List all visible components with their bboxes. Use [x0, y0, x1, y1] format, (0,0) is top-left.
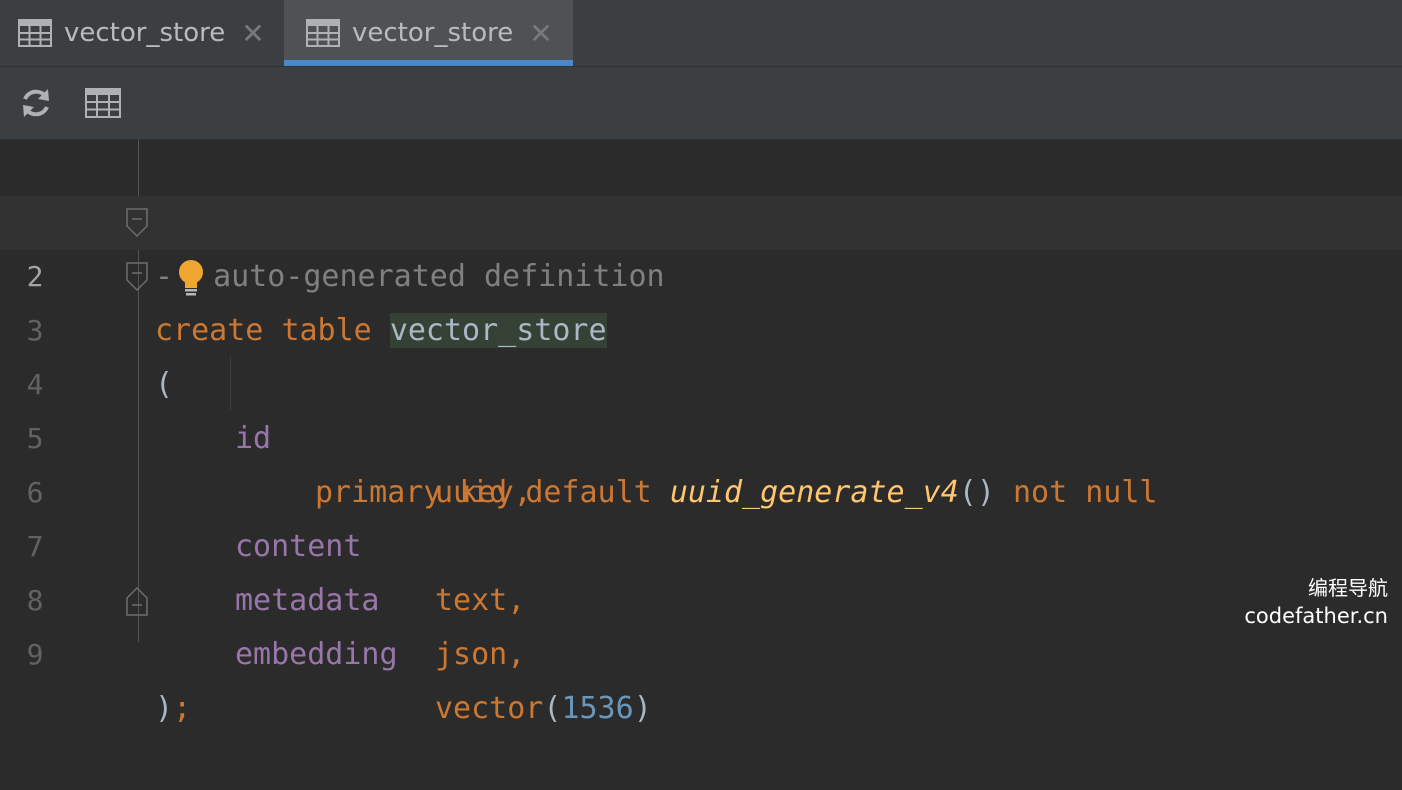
close-paren: ) — [633, 691, 652, 726]
code-line-9: 9 ); — [0, 574, 1402, 726]
code-line-5: 5 primary key, — [0, 358, 1402, 510]
close-icon[interactable]: ✕ — [529, 17, 552, 50]
watermark-title: 编程导航 — [1308, 576, 1388, 600]
code-line-1: 1 -auto-generated definition — [0, 142, 1402, 295]
code-line-7: 7 metadata json, — [0, 466, 1402, 672]
table-icon — [18, 19, 52, 47]
tab-vector-store-1[interactable]: vector_store ✕ — [0, 0, 284, 66]
code-editor[interactable]: 1 -auto-generated definition 2 create ta… — [0, 140, 1402, 726]
tab-label: vector_store — [64, 18, 226, 48]
line-number: 9 — [26, 638, 44, 671]
code-line-4: 4 id uuid default uuid_generate_v4() not… — [0, 304, 1402, 510]
watermark-url: codefather.cn — [1244, 604, 1388, 628]
close-paren: ) — [155, 691, 174, 726]
code-line-8: 8 embedding vector(1536) — [0, 520, 1402, 726]
type-json: json, — [435, 637, 526, 672]
table-view-icon[interactable] — [85, 85, 121, 121]
tab-vector-store-2[interactable]: vector_store ✕ — [284, 0, 573, 66]
code-line-6: 6 content text, — [0, 412, 1402, 618]
code-line-2: 2 create table vector_store — [0, 196, 1402, 348]
refresh-icon[interactable] — [18, 85, 54, 121]
type-vector: vector — [435, 691, 544, 726]
open-paren: ( — [543, 691, 562, 726]
semicolon: ; — [173, 691, 192, 726]
fold-end-icon[interactable] — [126, 586, 148, 616]
column-embedding: embedding — [235, 637, 398, 672]
editor-toolbar — [0, 67, 1402, 140]
fold-icon[interactable] — [126, 262, 148, 292]
close-icon[interactable]: ✕ — [241, 17, 264, 50]
fold-icon[interactable] — [126, 208, 148, 238]
editor-tab-bar: vector_store ✕ vector_store ✕ — [0, 0, 1402, 67]
code-line-3: 3 ( — [0, 250, 1402, 402]
number-literal: 1536 — [561, 691, 634, 726]
table-icon — [306, 19, 340, 47]
tab-label: vector_store — [352, 18, 514, 48]
